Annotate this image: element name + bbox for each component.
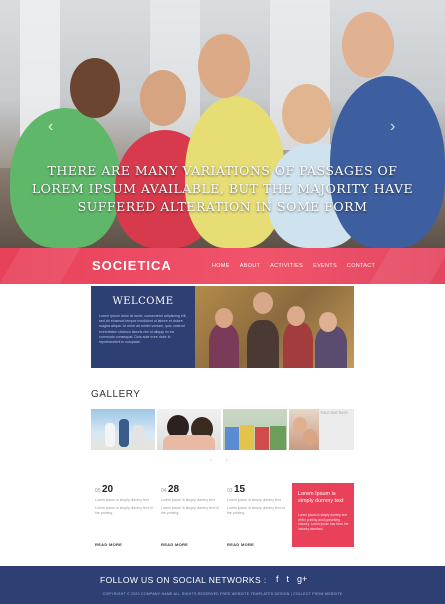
news-summary: Lorem ipsum is simply dummy text (161, 498, 215, 502)
news-date: 03 15 (227, 484, 287, 495)
nav-item-events[interactable]: EVENTS (313, 263, 337, 269)
person-head (140, 70, 186, 126)
hero-next-arrow[interactable]: › (390, 118, 395, 136)
thumb-body (163, 435, 215, 450)
person-head (198, 34, 250, 98)
navigation-bar: SOCIETICA HOME ABOUT ACTIVITIES EVENTS C… (0, 248, 445, 284)
gallery-caption: Your text here (320, 410, 348, 415)
welcome-photo (195, 286, 354, 368)
social-links: f t g+ (276, 574, 307, 584)
nav-item-contact[interactable]: CONTACT (347, 263, 375, 269)
gallery-thumb[interactable] (91, 409, 155, 450)
nav-stripe (369, 248, 445, 284)
thumb-figure (255, 427, 269, 450)
gallery-next-arrow[interactable]: › (226, 458, 234, 464)
gallery-thumb[interactable] (157, 409, 221, 450)
thumb-head (303, 429, 317, 445)
photo-person (247, 320, 279, 368)
news-summary: Lorem ipsum is simply dummy text (95, 498, 149, 502)
photo-person (315, 326, 347, 368)
news-excerpt: Lorem ipsum is simply dummy text of the … (161, 506, 219, 515)
thumb-figure (119, 419, 129, 447)
nav-item-about[interactable]: ABOUT (240, 263, 260, 269)
gallery-arrows: ‹ › (210, 458, 234, 464)
news-item: 03 15 Lorem ipsum is simply dummy text L… (227, 484, 287, 548)
news-month: 03 (227, 488, 233, 494)
site-logo[interactable]: SOCIETICA (92, 258, 172, 273)
promo-text: Lorem ipsum is simply dummy text of the … (298, 513, 349, 531)
news-day: 20 (101, 484, 114, 495)
news-item: 04 28 Lorem ipsum is simply dummy text L… (161, 484, 221, 548)
gallery-thumb[interactable] (289, 409, 319, 450)
news-excerpt: Lorem ipsum is simply dummy text of the … (227, 506, 285, 515)
person-head (342, 12, 394, 78)
nav-stripe (0, 248, 81, 284)
twitter-icon[interactable]: t (287, 574, 290, 584)
welcome-title: WELCOME (112, 296, 174, 307)
thumb-figure (225, 427, 239, 450)
follow-us-label: FOLLOW US ON SOCIAL NETWORKS : (100, 575, 267, 585)
thumb-figure (240, 425, 254, 450)
person-head (70, 58, 120, 118)
copyright-text: COPYRIGHT © 2020 COMPANY NAME ALL RIGHTS… (102, 592, 343, 596)
news-day: 28 (167, 484, 180, 495)
read-more-link[interactable]: READ MORE (95, 542, 122, 547)
welcome-panel: WELCOME Lorem ipsum dolor sit amet, cons… (91, 286, 195, 368)
hero-prev-arrow[interactable]: ‹ (48, 118, 53, 136)
promo-headline: Lorem Ipsum is simply dummy text (298, 491, 344, 504)
nav-item-activities[interactable]: ACTIVITIES (270, 263, 303, 269)
promo-box[interactable]: Lorem Ipsum is simply dummy text Lorem i… (292, 483, 354, 547)
photo-person (209, 324, 239, 368)
read-more-link[interactable]: READ MORE (227, 542, 254, 547)
news-date: 04 28 (161, 484, 221, 495)
footer: FOLLOW US ON SOCIAL NETWORKS : f t g+ CO… (0, 566, 445, 604)
news-month: 04 (161, 488, 167, 494)
photo-head (319, 312, 337, 332)
photo-head (215, 308, 233, 328)
hero-banner: ‹ › THERE ARE MANY VARIATIONS OF PASSAGE… (0, 0, 445, 248)
google-plus-icon[interactable]: g+ (297, 574, 307, 584)
photo-head (287, 306, 305, 326)
news-excerpt: Lorem ipsum is simply dummy text of the … (95, 506, 153, 515)
news-item: 05 20 Lorem ipsum is simply dummy text L… (95, 484, 155, 548)
nav-item-home[interactable]: HOME (212, 263, 230, 269)
person-head (282, 84, 332, 144)
photo-head (253, 292, 273, 314)
gallery-title: GALLERY (91, 389, 141, 400)
read-more-link[interactable]: READ MORE (161, 542, 188, 547)
thumb-figure (270, 426, 286, 450)
hero-headline: THERE ARE MANY VARIATIONS OF PASSAGES OF… (31, 163, 414, 214)
thumb-figure (133, 425, 143, 447)
welcome-text: Lorem ipsum dolor sit amet, consectetur … (99, 314, 187, 345)
thumb-figure (105, 423, 115, 447)
gallery-thumb[interactable] (223, 409, 287, 450)
news-month: 05 (95, 488, 101, 494)
news-summary: Lorem ipsum is simply dummy text (227, 498, 281, 502)
photo-person (283, 322, 313, 368)
facebook-icon[interactable]: f (276, 574, 279, 584)
gallery-prev-arrow[interactable]: ‹ (210, 458, 218, 464)
main-menu: HOME ABOUT ACTIVITIES EVENTS CONTACT (212, 263, 375, 269)
news-day: 15 (233, 484, 246, 495)
news-date: 05 20 (95, 484, 155, 495)
